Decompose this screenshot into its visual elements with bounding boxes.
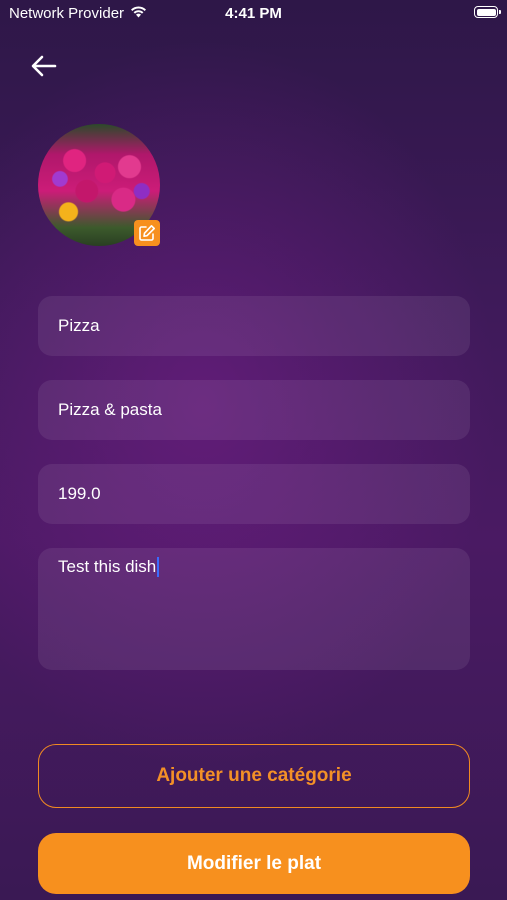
status-time: 4:41 PM [225, 5, 282, 22]
edit-icon [139, 225, 155, 241]
edit-photo-button[interactable] [134, 220, 160, 246]
dish-name-value: Pizza [58, 316, 100, 335]
battery-icon [474, 6, 501, 18]
text-cursor [157, 557, 160, 577]
add-category-button[interactable]: Ajouter une catégorie [38, 744, 470, 808]
update-dish-button[interactable]: Modifier le plat [38, 833, 470, 894]
dish-price-input[interactable]: 199.0 [38, 464, 470, 524]
dish-name-input[interactable]: Pizza [38, 296, 470, 356]
arrow-left-icon [31, 55, 57, 77]
status-bar: Network Provider 4:41 PM [0, 0, 507, 28]
dish-description-input[interactable]: Test this dish [38, 548, 470, 670]
dish-photo-container [38, 124, 162, 248]
dish-category-value: Pizza & pasta [58, 400, 162, 419]
dish-category-input[interactable]: Pizza & pasta [38, 380, 470, 440]
dish-price-value: 199.0 [58, 484, 101, 503]
back-button[interactable] [26, 50, 62, 82]
dish-description-value: Test this dish [58, 557, 157, 576]
